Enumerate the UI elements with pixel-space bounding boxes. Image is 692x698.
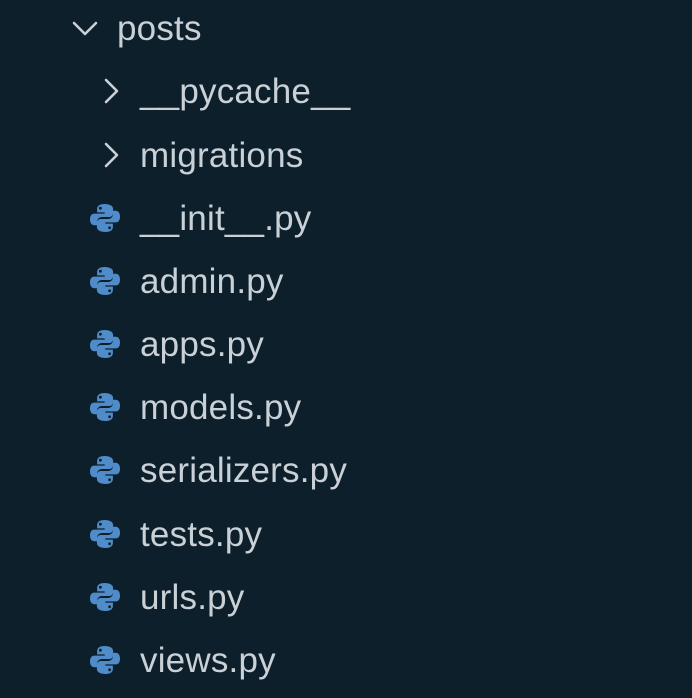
python-icon: [88, 517, 122, 551]
file-label: __init__.py: [140, 199, 312, 238]
file-label: views.py: [140, 641, 276, 680]
python-icon: [88, 453, 122, 487]
file-init-py[interactable]: __init__.py: [0, 187, 692, 250]
python-icon: [88, 327, 122, 361]
chevron-down-icon: [68, 12, 102, 46]
file-label: apps.py: [140, 325, 264, 364]
folder-pycache[interactable]: __pycache__: [0, 60, 692, 123]
file-label: tests.py: [140, 515, 263, 554]
file-views-py[interactable]: views.py: [0, 629, 692, 692]
folder-label: posts: [117, 9, 202, 48]
python-icon: [88, 201, 122, 235]
python-icon: [88, 643, 122, 677]
python-icon: [88, 264, 122, 298]
folder-posts[interactable]: posts: [0, 0, 692, 63]
folder-migrations[interactable]: migrations: [0, 124, 692, 187]
python-icon: [88, 580, 122, 614]
file-apps-py[interactable]: apps.py: [0, 313, 692, 376]
file-explorer-tree: posts __pycache__ migrations __init__.py…: [0, 0, 692, 698]
chevron-right-icon: [95, 138, 129, 172]
folder-label: __pycache__: [140, 72, 351, 111]
python-icon: [88, 390, 122, 424]
file-label: urls.py: [140, 578, 245, 617]
file-label: serializers.py: [140, 451, 348, 490]
chevron-right-icon: [95, 74, 129, 108]
file-models-py[interactable]: models.py: [0, 376, 692, 439]
file-admin-py[interactable]: admin.py: [0, 250, 692, 313]
folder-label: migrations: [140, 136, 304, 175]
file-label: admin.py: [140, 262, 284, 301]
file-label: models.py: [140, 388, 302, 427]
file-urls-py[interactable]: urls.py: [0, 566, 692, 629]
file-serializers-py[interactable]: serializers.py: [0, 439, 692, 502]
file-tests-py[interactable]: tests.py: [0, 503, 692, 566]
